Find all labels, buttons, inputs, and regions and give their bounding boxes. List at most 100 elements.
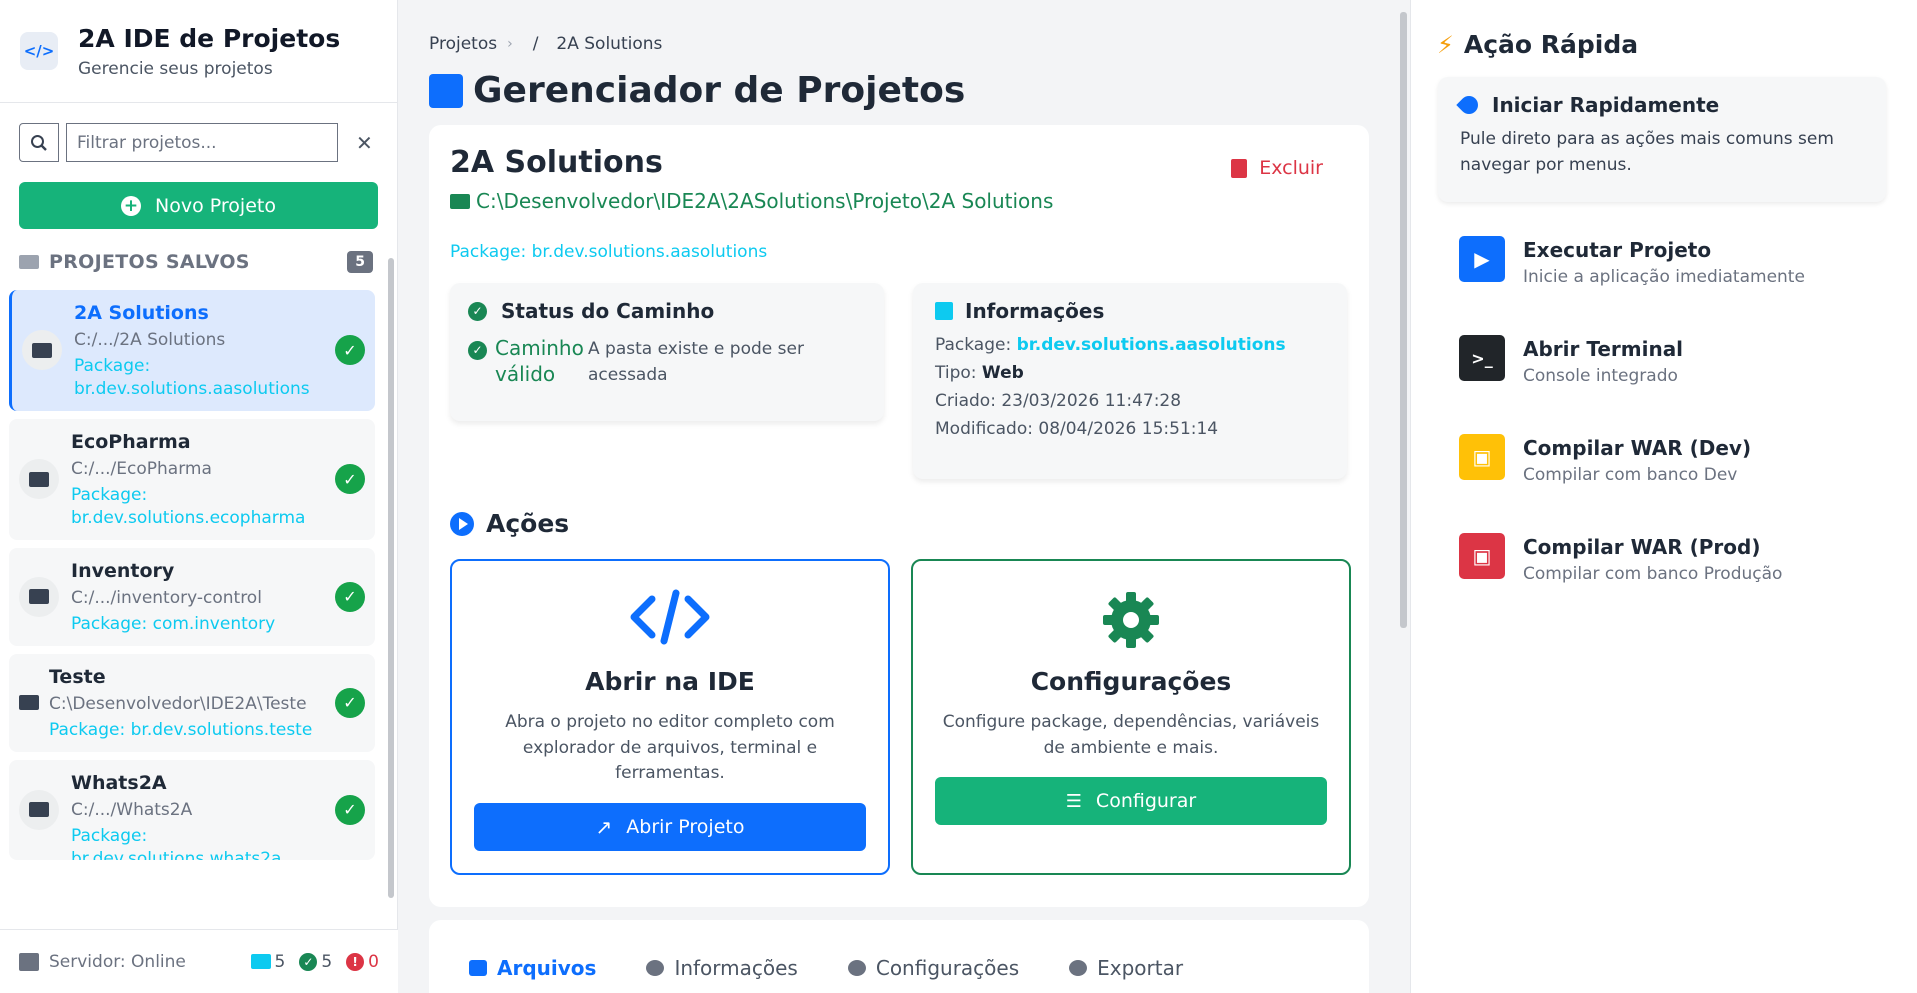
check-icon: ✓ xyxy=(335,581,365,612)
tab-info[interactable]: Informações xyxy=(646,956,798,980)
info-created: Criado: 23/03/2026 11:47:28 xyxy=(935,391,1182,411)
tab-export[interactable]: Exportar xyxy=(1069,956,1183,980)
external-link-icon: ↗ xyxy=(595,815,613,839)
quick-actions-title-text: Ação Rápida xyxy=(1463,30,1639,59)
clear-filter-button[interactable]: ✕ xyxy=(356,131,373,155)
build-war-dev-action[interactable]: ▣ Compilar WAR (Dev) Compilar com banco … xyxy=(1459,434,1751,485)
ok-count-value: 5 xyxy=(321,951,333,972)
status-title: ✓ Status do Caminho xyxy=(468,299,866,323)
run-project-action[interactable]: ▶ Executar Projeto Inicie a aplicação im… xyxy=(1459,236,1805,287)
project-path: C:/.../inventory-control xyxy=(71,587,262,608)
check-icon: ✓ xyxy=(335,335,365,366)
gear-icon xyxy=(847,960,866,976)
folder-count: 5 xyxy=(250,952,285,972)
project-path: C:\Desenvolvedor\IDE2A\2ASolutions\Proje… xyxy=(450,189,1053,213)
breadcrumb-slash: / xyxy=(532,34,539,54)
tab-settings[interactable]: Configurações xyxy=(847,956,1019,980)
error-count: ! 0 xyxy=(346,952,379,972)
main-scrollbar[interactable] xyxy=(1396,0,1410,993)
build-war-prod-action[interactable]: ▣ Compilar WAR (Prod) Compilar com banco… xyxy=(1459,533,1782,584)
tabs-card: Arquivos Informações Configurações Expor… xyxy=(429,920,1369,993)
check-icon: ✓ xyxy=(468,341,487,360)
page-title-text: Gerenciador de Projetos xyxy=(473,70,966,111)
folder-icon xyxy=(19,255,39,269)
configure-button[interactable]: ☰ Configurar xyxy=(935,777,1327,825)
info-icon xyxy=(646,960,665,976)
search-icon xyxy=(31,134,47,151)
project-name: 2A Solutions xyxy=(74,302,209,324)
tab-export-label: Exportar xyxy=(1097,956,1184,980)
main-content: Projetos › / 2A Solutions Gerenciador de… xyxy=(398,0,1410,993)
actions-title-text: Ações xyxy=(486,509,570,538)
build-war-prod-name: Compilar WAR (Prod) xyxy=(1523,535,1761,559)
status-valid-text: Caminho válido xyxy=(495,336,584,386)
info-title-text: Informações xyxy=(965,299,1105,323)
server-icon xyxy=(19,952,39,971)
delete-label: Excluir xyxy=(1259,157,1323,179)
open-terminal-action[interactable]: >_ Abrir Terminal Console integrado xyxy=(1459,335,1683,386)
project-item[interactable]: EcoPharma C:/.../EcoPharma Package: br.d… xyxy=(9,418,375,540)
open-ide-desc: Abra o projeto no editor completo com ex… xyxy=(505,712,835,783)
project-package: Package: com.inventory xyxy=(71,613,276,634)
project-item[interactable]: Whats2A C:/.../Whats2A Package: br.dev.s… xyxy=(9,759,375,860)
sidebar-scrollbar[interactable] xyxy=(388,258,394,898)
check-icon: ✓ xyxy=(335,464,365,495)
status-title-text: Status do Caminho xyxy=(501,299,715,323)
error-icon: ! xyxy=(346,952,365,971)
run-project-name: Executar Projeto xyxy=(1523,238,1712,262)
project-package: Package: br.dev.solutions.ecopharma xyxy=(71,484,306,528)
status-description: A pasta existe e pode ser acessada xyxy=(588,339,804,385)
new-project-label: Novo Projeto xyxy=(155,194,276,217)
configure-label: Configurar xyxy=(1095,790,1197,812)
config-card: Configurações Configure package, dependê… xyxy=(911,559,1351,875)
server-status: Servidor: Online xyxy=(49,951,186,972)
config-desc: Configure package, dependências, variáve… xyxy=(942,712,1320,758)
page-title: Gerenciador de Projetos xyxy=(429,70,965,111)
check-icon: ✓ xyxy=(335,687,365,718)
breadcrumb-current: 2A Solutions xyxy=(556,34,663,54)
project-package: Package: br.dev.solutions.teste xyxy=(49,719,313,740)
info-modified: Modificado: 08/04/2026 15:51:14 xyxy=(935,419,1219,439)
project-path: C:/.../EcoPharma xyxy=(71,458,212,479)
check-icon: ✓ xyxy=(468,301,487,321)
open-ide-title: Abrir na IDE xyxy=(585,667,755,696)
tabs: Arquivos Informações Configurações Expor… xyxy=(429,920,1369,980)
project-list: 2A Solutions C:/.../2A Solutions Package… xyxy=(9,290,375,868)
tab-info-label: Informações xyxy=(674,956,798,980)
ok-count: ✓ 5 xyxy=(299,952,332,972)
filter-input[interactable] xyxy=(66,123,338,162)
folder-icon xyxy=(19,459,59,500)
project-path: C:/.../Whats2A xyxy=(71,799,193,820)
delete-button[interactable]: Excluir xyxy=(1231,157,1323,179)
breadcrumb-projects[interactable]: Projetos xyxy=(429,34,497,54)
cube-icon xyxy=(429,73,463,108)
bolt-icon: ⚡ xyxy=(1437,30,1454,59)
project-package: Package: br.dev.solutions.whats2a xyxy=(71,825,282,860)
project-item[interactable]: 2A Solutions C:/.../2A Solutions Package… xyxy=(9,290,375,411)
info-title: Informações xyxy=(935,299,1325,323)
new-project-button[interactable]: + Novo Projeto xyxy=(19,182,378,229)
quick-actions-title: ⚡ Ação Rápida xyxy=(1437,30,1638,59)
project-item[interactable]: Teste C:\Desenvolvedor\IDE2A\Teste Packa… xyxy=(9,653,375,752)
project-item[interactable]: Inventory C:/.../inventory-control Packa… xyxy=(9,547,375,646)
play-icon: ▶ xyxy=(1459,236,1505,282)
build-war-dev-name: Compilar WAR (Dev) xyxy=(1523,436,1752,460)
search-button[interactable] xyxy=(19,123,59,162)
folder-icon xyxy=(250,954,271,969)
saved-projects-count: 5 xyxy=(347,251,373,273)
box-icon: ▣ xyxy=(1459,533,1505,579)
sidebar: </> 2A IDE de Projetos Gerencie seus pro… xyxy=(0,0,398,993)
project-card: 2A Solutions C:\Desenvolvedor\IDE2A\2ASo… xyxy=(429,125,1369,907)
code-icon: </> xyxy=(20,32,58,70)
quick-start-title-text: Iniciar Rapidamente xyxy=(1492,93,1720,117)
open-project-button[interactable]: ↗ Abrir Projeto xyxy=(474,803,866,851)
info-type-label: Tipo: xyxy=(935,363,977,383)
build-war-dev-desc: Compilar com banco Dev xyxy=(1523,465,1738,485)
filter-row: ✕ xyxy=(0,123,397,162)
quick-start-desc: Pule direto para as ações mais comuns se… xyxy=(1460,129,1834,175)
trash-icon xyxy=(1231,158,1248,178)
tab-files[interactable]: Arquivos xyxy=(469,956,596,980)
build-war-prod-desc: Compilar com banco Produção xyxy=(1523,564,1783,584)
terminal-icon: >_ xyxy=(1459,335,1505,381)
status-valid: ✓ Caminho válido xyxy=(468,335,584,388)
